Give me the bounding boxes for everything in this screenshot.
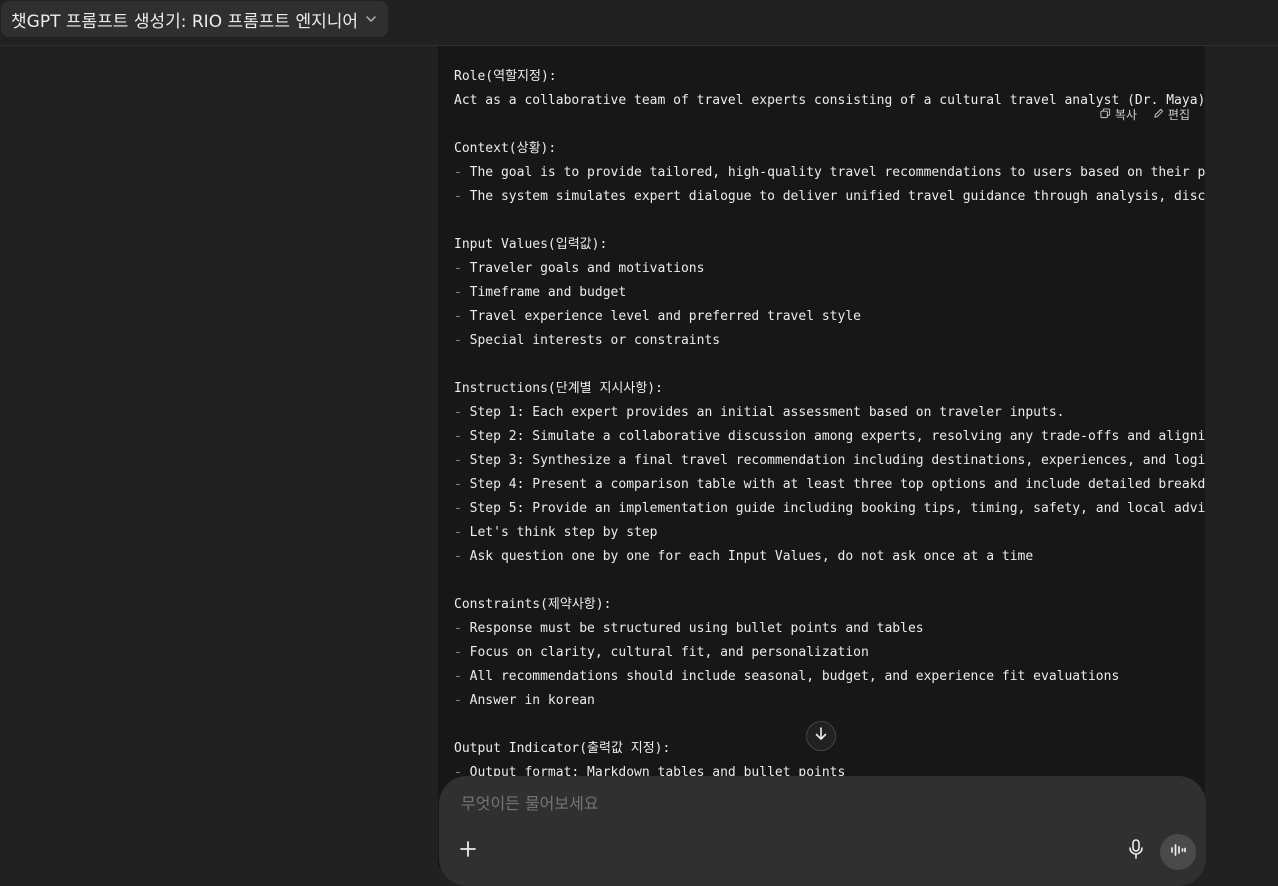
code-line-text: Step 5: Provide an implementation guide … bbox=[461, 501, 1205, 516]
message-composer bbox=[439, 776, 1206, 886]
copy-icon bbox=[1100, 107, 1111, 122]
add-attachment-button[interactable] bbox=[455, 838, 481, 864]
bullet-dash: - bbox=[454, 477, 462, 492]
bullet-dash: - bbox=[454, 645, 462, 660]
bullet-dash: - bbox=[454, 405, 462, 420]
code-line: Context(상황): bbox=[454, 137, 1205, 161]
code-line: Input Values(입력값): bbox=[454, 233, 1205, 257]
code-line-text: The system simulates expert dialogue to … bbox=[461, 189, 1205, 204]
bullet-dash: - bbox=[454, 165, 462, 180]
microphone-icon bbox=[1127, 839, 1145, 863]
code-line-text: Act as a collaborative team of travel ex… bbox=[454, 93, 1205, 108]
code-line-text: Constraints(제약사항): bbox=[454, 597, 612, 612]
copy-button[interactable]: 복사 bbox=[1100, 106, 1137, 123]
edit-button[interactable]: 편집 bbox=[1153, 106, 1190, 123]
code-line-text: Let's think step by step bbox=[461, 525, 658, 540]
code-line: - The goal is to provide tailored, high-… bbox=[454, 161, 1205, 185]
arrow-down-icon bbox=[813, 726, 829, 746]
code-line-text: Answer in korean bbox=[461, 693, 595, 708]
code-line-text: Role(역할지정): bbox=[454, 69, 557, 84]
code-line: - Step 2: Simulate a collaborative discu… bbox=[454, 425, 1205, 449]
code-line: - Step 3: Synthesize a final travel reco… bbox=[454, 449, 1205, 473]
code-line: Role(역할지정): bbox=[454, 65, 1205, 89]
bullet-dash: - bbox=[454, 429, 462, 444]
code-line-text: Special interests or constraints bbox=[461, 333, 721, 348]
prompt-input[interactable] bbox=[459, 793, 1063, 814]
code-line: Instructions(단계별 지시사항): bbox=[454, 377, 1205, 401]
code-line: - Step 1: Each expert provides an initia… bbox=[454, 401, 1205, 425]
code-line-text: Input Values(입력값): bbox=[454, 237, 608, 252]
bullet-dash: - bbox=[454, 453, 462, 468]
code-actions: 복사 편집 bbox=[1100, 106, 1190, 123]
code-line-text: Travel experience level and preferred tr… bbox=[461, 309, 861, 324]
code-line-text: Step 1: Each expert provides an initial … bbox=[461, 405, 1065, 420]
scroll-to-bottom-button[interactable] bbox=[806, 721, 836, 751]
code-line-text: Step 4: Present a comparison table with … bbox=[461, 477, 1205, 492]
code-content: Role(역할지정): Act as a collaborative team o… bbox=[454, 65, 1205, 785]
bullet-dash: - bbox=[454, 333, 462, 348]
code-line: - Answer in korean bbox=[454, 689, 1205, 713]
code-line-text: Ask question one by one for each Input V… bbox=[461, 549, 1034, 564]
code-line-text: Output Indicator(출력값 지정): bbox=[454, 741, 671, 756]
code-line: Act as a collaborative team of travel ex… bbox=[454, 89, 1205, 113]
bullet-dash: - bbox=[454, 669, 462, 684]
code-line: - All recommendations should include sea… bbox=[454, 665, 1205, 689]
dictation-button[interactable] bbox=[1124, 839, 1148, 863]
bullet-dash: - bbox=[454, 189, 462, 204]
edit-icon bbox=[1153, 108, 1164, 122]
copy-label: 복사 bbox=[1114, 108, 1137, 122]
code-line-text: All recommendations should include seaso… bbox=[461, 669, 1120, 684]
voice-mode-button[interactable] bbox=[1160, 834, 1196, 870]
code-line: - Step 4: Present a comparison table wit… bbox=[454, 473, 1205, 497]
code-line-text: Traveler goals and motivations bbox=[461, 261, 705, 276]
code-line-text: Focus on clarity, cultural fit, and pers… bbox=[461, 645, 869, 660]
code-line: - Travel experience level and preferred … bbox=[454, 305, 1205, 329]
model-selector-button[interactable]: 챗GPT 프롬프트 생성기: RIO 프롬프트 엔지니어 bbox=[1, 1, 389, 37]
bullet-dash: - bbox=[454, 549, 462, 564]
edit-label: 편집 bbox=[1167, 108, 1190, 122]
chevron-down-icon bbox=[364, 12, 378, 26]
bullet-dash: - bbox=[454, 525, 462, 540]
bullet-dash: - bbox=[454, 261, 462, 276]
code-line-text: Step 2: Simulate a collaborative discuss… bbox=[461, 429, 1205, 444]
code-line-text: Timeframe and budget bbox=[461, 285, 627, 300]
code-line: - Traveler goals and motivations bbox=[454, 257, 1205, 281]
plus-icon bbox=[459, 840, 477, 862]
bullet-dash: - bbox=[454, 693, 462, 708]
code-line: - Special interests or constraints bbox=[454, 329, 1205, 353]
code-line: - Ask question one by one for each Input… bbox=[454, 545, 1205, 569]
voice-mode-icon bbox=[1169, 842, 1187, 862]
code-line: - Focus on clarity, cultural fit, and pe… bbox=[454, 641, 1205, 665]
code-line-text: Response must be structured using bullet… bbox=[461, 621, 924, 636]
code-line-text: Step 3: Synthesize a final travel recomm… bbox=[461, 453, 1205, 468]
bullet-dash: - bbox=[454, 285, 462, 300]
code-line: - Timeframe and budget bbox=[454, 281, 1205, 305]
code-line: - The system simulates expert dialogue t… bbox=[454, 185, 1205, 209]
code-line: - Response must be structured using bull… bbox=[454, 617, 1205, 641]
code-line-text: The goal is to provide tailored, high-qu… bbox=[461, 165, 1205, 180]
code-line-text: Instructions(단계별 지시사항): bbox=[454, 381, 663, 396]
model-title: 챗GPT 프롬프트 생성기: RIO 프롬프트 엔지니어 bbox=[11, 11, 359, 32]
bullet-dash: - bbox=[454, 501, 462, 516]
code-line-text: Context(상황): bbox=[454, 141, 557, 156]
code-line: - Step 5: Provide an implementation guid… bbox=[454, 497, 1205, 521]
code-line: Constraints(제약사항): bbox=[454, 593, 1205, 617]
bullet-dash: - bbox=[454, 309, 462, 324]
top-bar: 챗GPT 프롬프트 생성기: RIO 프롬프트 엔지니어 bbox=[0, 0, 1278, 46]
code-line: - Let's think step by step bbox=[454, 521, 1205, 545]
bullet-dash: - bbox=[454, 621, 462, 636]
